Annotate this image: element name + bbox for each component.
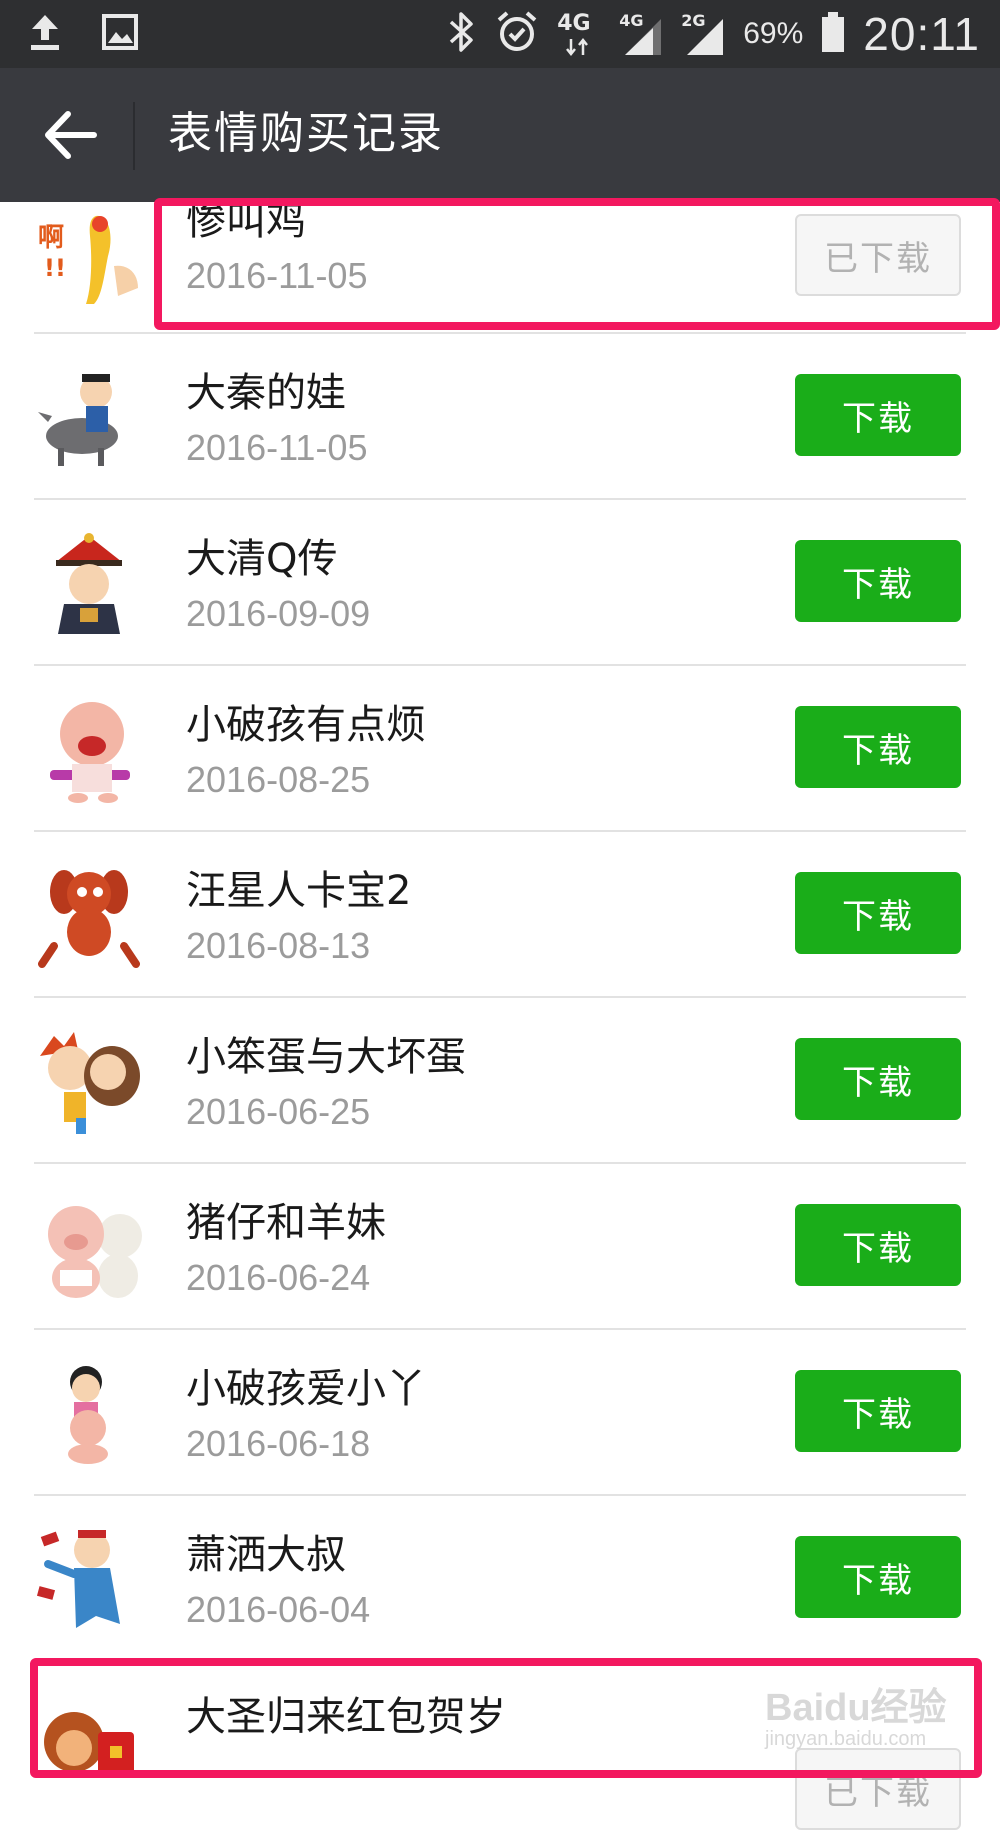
watermark-brand: Baidu经验: [765, 1687, 947, 1729]
purchase-date: 2016-06-24: [186, 1257, 371, 1298]
sticker-thumbnail-crying-kid: [34, 694, 144, 804]
svg-text:!!: !!: [44, 254, 66, 282]
sticker-name: 汪星人卡宝2: [186, 868, 412, 914]
list-item[interactable]: 小笨蛋与大坏蛋 2016-06-25 下载: [0, 998, 1000, 1164]
download-button[interactable]: 下载: [795, 1536, 961, 1618]
sticker-thumbnail-couple: [34, 1026, 144, 1136]
signal-icon-sim2: 2G: [681, 11, 725, 57]
download-button[interactable]: 下载: [795, 872, 961, 954]
sticker-name: 大圣归来红包贺岁: [186, 1694, 506, 1740]
bluetooth-icon: [447, 10, 477, 58]
upload-icon: [28, 12, 62, 56]
network-indicator: 4G: [557, 11, 601, 57]
list-item[interactable]: 啊 !! 惨叫鸡 2016-11-05 已下载: [0, 168, 1000, 334]
battery-percent: 69%: [743, 17, 804, 50]
sticker-thumbnail-qin-kid: [34, 362, 144, 472]
sticker-name: 大清Q传: [186, 536, 338, 582]
sticker-thumbnail-monkey-king: [34, 1702, 144, 1812]
list-item[interactable]: 小破孩爱小丫 2016-06-18 下载: [0, 1330, 1000, 1496]
list-item[interactable]: 汪星人卡宝2 2016-08-13 下载: [0, 832, 1000, 998]
signal-icon: 4G: [619, 11, 663, 57]
download-button[interactable]: 下载: [795, 706, 961, 788]
list-item[interactable]: 小破孩有点烦 2016-08-25 下载: [0, 666, 1000, 832]
baidu-watermark: Baidu经验 jingyan.baidu.com: [765, 1668, 975, 1768]
page-title: 表情购买记录: [168, 108, 444, 159]
sticker-name: 惨叫鸡: [186, 198, 306, 244]
sticker-thumbnail-uncle: [34, 1524, 144, 1634]
purchase-date: 2016-06-04: [186, 1589, 371, 1630]
clock: 20:11: [863, 8, 980, 60]
purchase-date: 2016-11-05: [186, 255, 368, 296]
watermark-url: jingyan.baidu.com: [765, 1728, 927, 1750]
sticker-name: 小笨蛋与大坏蛋: [186, 1034, 466, 1080]
download-button[interactable]: 下载: [795, 1370, 961, 1452]
sticker-name: 大秦的娃: [186, 370, 346, 416]
download-button[interactable]: 下载: [795, 374, 961, 456]
sticker-thumbnail-chicken: 啊 !!: [34, 196, 144, 306]
app-bar-divider: [133, 102, 135, 170]
sticker-name: 小破孩有点烦: [186, 702, 426, 748]
download-button[interactable]: 下载: [795, 540, 961, 622]
sticker-thumbnail-pig-sheep: [34, 1192, 144, 1302]
sticker-name: 猪仔和羊妹: [186, 1200, 386, 1246]
purchase-date: 2016-11-05: [186, 427, 368, 468]
download-button[interactable]: 下载: [795, 1038, 961, 1120]
downloaded-button[interactable]: 已下载: [795, 214, 961, 296]
list-item[interactable]: 大秦的娃 2016-11-05 下载: [0, 334, 1000, 500]
purchase-date: 2016-06-25: [186, 1091, 371, 1132]
image-icon: [102, 12, 138, 56]
back-arrow-icon[interactable]: [38, 102, 104, 168]
sticker-thumbnail-qing-official: [34, 528, 144, 638]
alarm-icon: [495, 10, 539, 58]
list-item[interactable]: 猪仔和羊妹 2016-06-24 下载: [0, 1164, 1000, 1330]
sticker-thumbnail-dog: [34, 860, 144, 970]
download-button[interactable]: 下载: [795, 1204, 961, 1286]
status-bar: 4G 4G 2G 69% 20:11: [0, 0, 1000, 68]
purchase-date: 2016-09-09: [186, 593, 371, 634]
purchase-date: 2016-08-25: [186, 759, 371, 800]
network-label: 4G: [557, 11, 591, 36]
sticker-name: 小破孩爱小丫: [186, 1366, 426, 1412]
purchase-date: 2016-06-18: [186, 1423, 371, 1464]
sticker-thumbnail-kid-girl: [34, 1358, 144, 1468]
sticker-name: 萧洒大叔: [186, 1532, 346, 1578]
list-item[interactable]: 萧洒大叔 2016-06-04 下载: [0, 1496, 1000, 1662]
list-item[interactable]: 大清Q传 2016-09-09 下载: [0, 500, 1000, 666]
svg-text:啊: 啊: [38, 223, 64, 253]
purchase-date: 2016-08-13: [186, 925, 371, 966]
battery-icon: [821, 11, 845, 57]
